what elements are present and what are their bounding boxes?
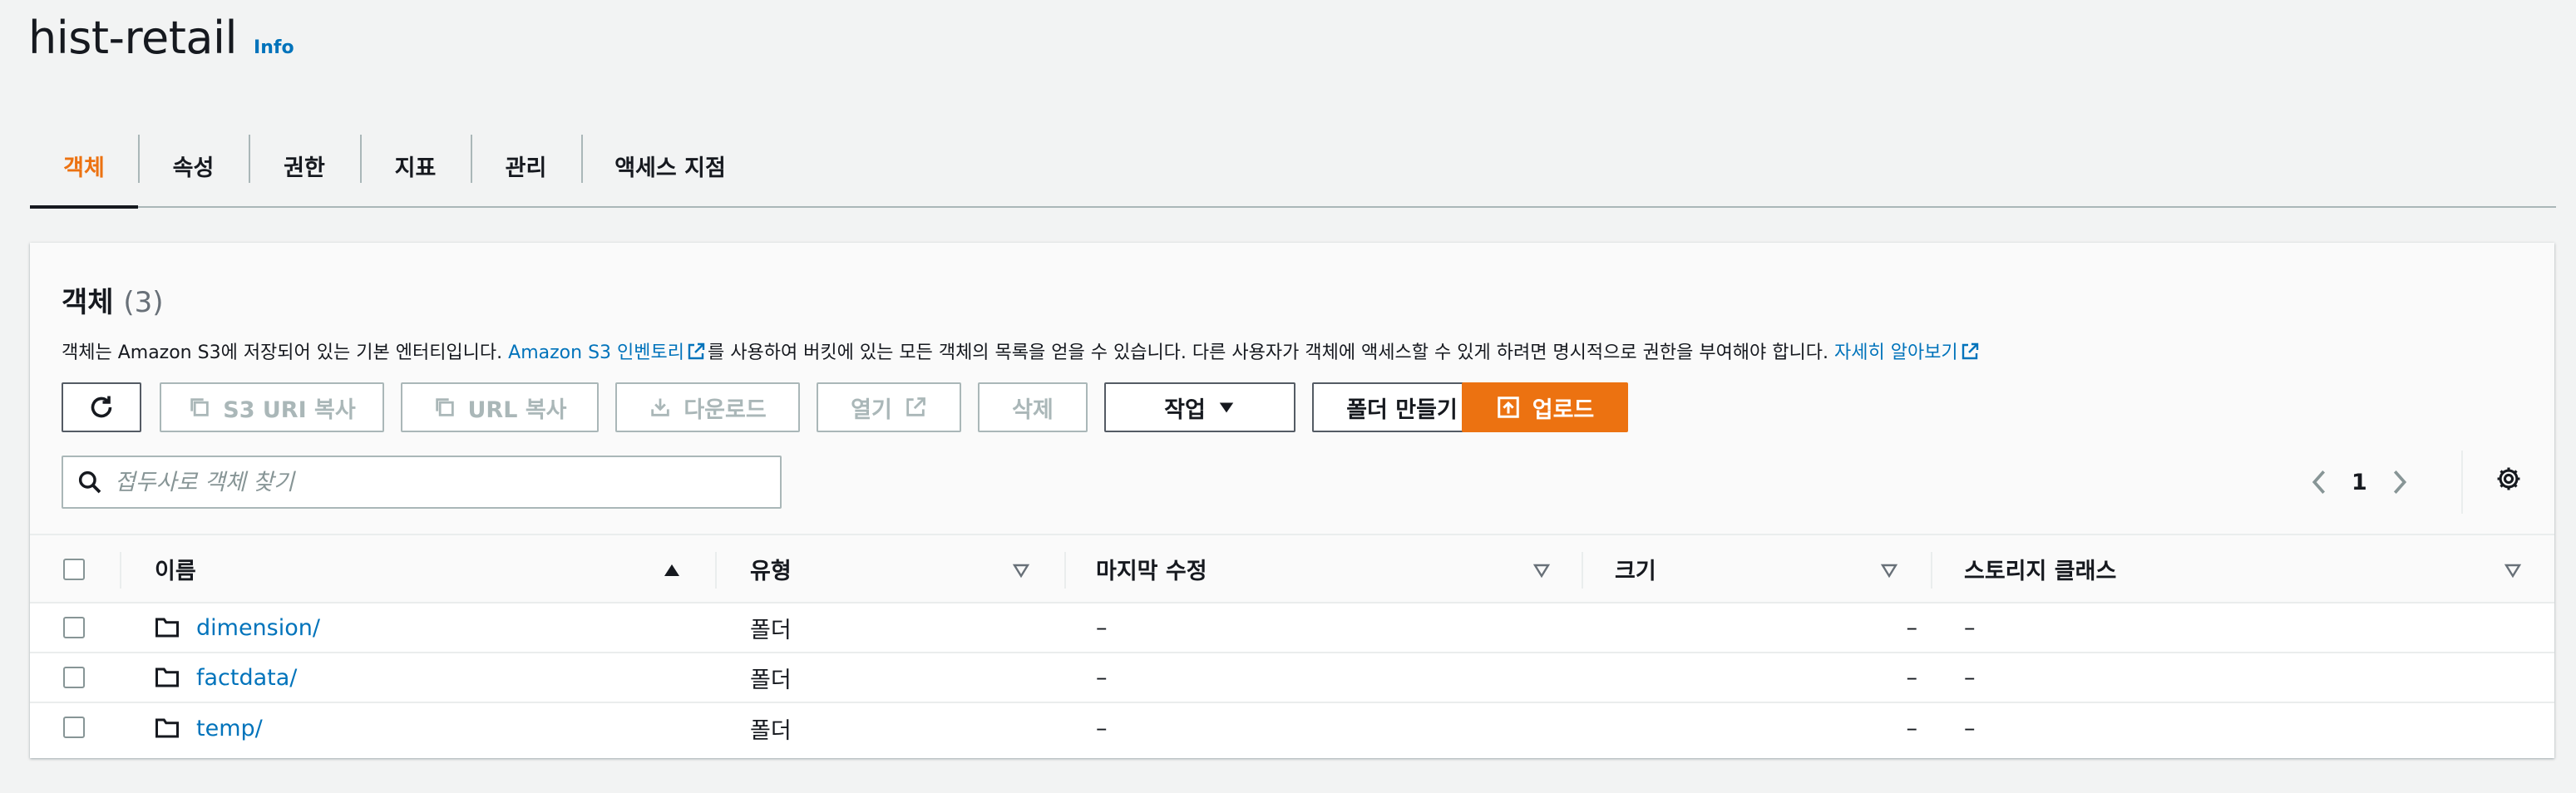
external-link-icon (1962, 342, 1978, 360)
folder-icon (155, 653, 180, 702)
page-header: hist-retail Info (28, 12, 294, 64)
table-body: dimension/ 폴더 – – – factdata/ 폴더 – – – t… (30, 603, 2554, 758)
refresh-button[interactable] (62, 382, 141, 432)
gear-icon (2497, 467, 2520, 490)
object-type: 폴더 (750, 617, 792, 643)
object-type: 폴더 (750, 717, 792, 744)
upload-button[interactable]: 업로드 (1462, 382, 1628, 432)
object-storage-class: – (1964, 614, 1976, 641)
external-link-icon (688, 342, 705, 360)
row-checkbox[interactable] (63, 717, 85, 738)
sort-icon[interactable] (1879, 560, 1899, 580)
actions-dropdown[interactable]: 작업 (1104, 382, 1295, 432)
table-header: 이름 유형 마지막 수정 크기 스토리지 클래스 (30, 534, 2554, 603)
panel-description: 객체는 Amazon S3에 저장되어 있는 기본 엔터티입니다. Amazon… (62, 337, 1981, 364)
object-size: – (1906, 715, 1918, 741)
panel-title-text: 객체 (62, 286, 114, 319)
object-size: – (1906, 664, 1918, 691)
select-all-checkbox[interactable] (63, 559, 85, 580)
table-row[interactable]: temp/ 폴더 – – – (30, 703, 2554, 753)
s3-bucket-page: hist-retail Info 객체 속성 권한 지표 관리 액세스 지점 객… (0, 0, 2576, 793)
folder-icon (155, 603, 180, 652)
tab-access-points[interactable]: 액세스 지점 (581, 125, 759, 206)
column-header-type[interactable]: 유형 (750, 535, 792, 602)
search-box[interactable] (62, 456, 782, 509)
column-header-storage-class[interactable]: 스토리지 클래스 (1964, 535, 2116, 602)
learn-more-label: 자세히 알아보기 (1834, 342, 1958, 363)
folder-icon (155, 703, 180, 753)
column-header-size[interactable]: 크기 (1615, 535, 1656, 602)
copy-url-button[interactable]: URL 복사 (401, 382, 599, 432)
description-text-1: 객체는 Amazon S3에 저장되어 있는 기본 엔터티입니다. (62, 342, 509, 363)
delete-label: 삭제 (1012, 396, 1054, 423)
sort-icon[interactable] (1532, 560, 1552, 580)
object-name-link[interactable]: factdata/ (196, 653, 297, 702)
copy-s3-uri-label: S3 URI 복사 (223, 396, 356, 423)
sort-icon[interactable] (2503, 560, 2523, 580)
description-text-2: 를 사용하여 버킷에 있는 모든 객체의 목록을 얻을 수 있습니다. 다른 사… (707, 342, 1834, 363)
table-row[interactable]: dimension/ 폴더 – – – (30, 603, 2554, 653)
tab-bar: 객체 속성 권한 지표 관리 액세스 지점 (30, 125, 2556, 209)
column-divider (715, 552, 717, 589)
object-count: (3) (123, 286, 164, 319)
learn-more-link[interactable]: 자세히 알아보기 (1834, 342, 1981, 363)
pagination: 1 (2308, 461, 2411, 504)
open-label: 열기 (851, 396, 892, 423)
external-link-icon (906, 397, 925, 416)
column-divider (1931, 552, 1932, 589)
upload-icon (1497, 396, 1519, 418)
chevron-right-icon[interactable] (2389, 468, 2411, 496)
search-icon (78, 470, 101, 494)
actions-label: 작업 (1164, 396, 1206, 423)
sort-icon[interactable] (1011, 560, 1031, 580)
objects-panel: 객체 (3) 객체는 Amazon S3에 저장되어 있는 기본 엔터티입니다.… (30, 243, 2554, 758)
column-divider (1582, 552, 1583, 589)
object-storage-class: – (1964, 664, 1976, 691)
object-type: 폴더 (750, 667, 792, 693)
open-button[interactable]: 열기 (817, 382, 961, 432)
caret-down-icon (1219, 402, 1234, 413)
tab-metrics[interactable]: 지표 (360, 125, 471, 206)
row-checkbox[interactable] (63, 617, 85, 638)
search-input[interactable] (115, 469, 763, 495)
tab-permissions[interactable]: 권한 (249, 125, 360, 206)
create-folder-label: 폴더 만들기 (1346, 396, 1458, 423)
preferences-button[interactable] (2487, 457, 2530, 500)
inventory-link[interactable]: Amazon S3 인벤토리 (508, 342, 708, 363)
column-header-name[interactable]: 이름 (155, 535, 196, 602)
column-divider (120, 552, 121, 589)
copy-s3-uri-button[interactable]: S3 URI 복사 (160, 382, 384, 432)
inventory-link-label: Amazon S3 인벤토리 (508, 342, 684, 363)
table-row[interactable]: factdata/ 폴더 – – – (30, 653, 2554, 703)
row-checkbox[interactable] (63, 667, 85, 688)
download-icon (651, 398, 670, 416)
tab-properties[interactable]: 속성 (138, 125, 249, 206)
object-storage-class: – (1964, 715, 1976, 741)
current-page[interactable]: 1 (2351, 470, 2367, 495)
chevron-left-icon[interactable] (2308, 468, 2330, 496)
object-name-link[interactable]: temp/ (196, 703, 263, 753)
panel-title: 객체 (3) (62, 279, 164, 320)
object-size: – (1906, 614, 1918, 641)
copy-url-label: URL 복사 (467, 396, 567, 423)
tab-management[interactable]: 관리 (471, 125, 581, 206)
copy-icon (190, 398, 209, 416)
pagination-divider (2461, 451, 2463, 514)
column-header-last-modified[interactable]: 마지막 수정 (1096, 535, 1207, 602)
copy-icon (435, 398, 454, 416)
download-label: 다운로드 (683, 396, 767, 423)
tab-objects[interactable]: 객체 (30, 125, 138, 209)
object-last-modified: – (1096, 664, 1108, 691)
page-title: hist-retail (28, 12, 238, 64)
object-last-modified: – (1096, 715, 1108, 741)
object-last-modified: – (1096, 614, 1108, 641)
sort-ascending-icon[interactable] (662, 560, 682, 580)
delete-button[interactable]: 삭제 (978, 382, 1088, 432)
info-link[interactable]: Info (254, 37, 294, 58)
upload-label: 업로드 (1532, 396, 1595, 423)
refresh-icon (91, 396, 112, 418)
download-button[interactable]: 다운로드 (615, 382, 800, 432)
object-name-link[interactable]: dimension/ (196, 603, 320, 652)
column-divider (1064, 552, 1066, 589)
